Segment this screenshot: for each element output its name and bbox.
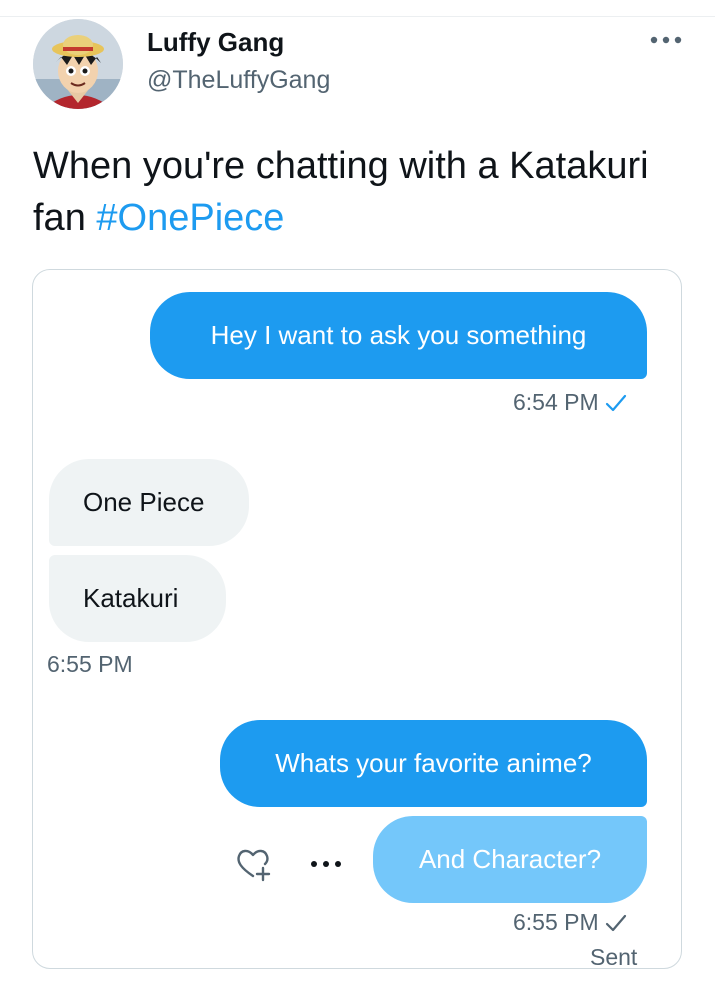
- message-bubble-received[interactable]: Katakuri: [49, 555, 226, 642]
- message-bubble-sent[interactable]: Whats your favorite anime?: [220, 720, 647, 807]
- message-meta: 6:54 PM: [513, 389, 627, 416]
- delivery-status: Sent: [590, 944, 638, 970]
- author-name[interactable]: Luffy Gang: [147, 27, 284, 58]
- hashtag-link[interactable]: #OnePiece: [96, 197, 284, 239]
- message-text: Hey I want to ask you something: [210, 320, 587, 350]
- author-handle[interactable]: @TheLuffyGang: [147, 66, 330, 95]
- more-options-icon[interactable]: [306, 854, 346, 874]
- message-bubble-sent[interactable]: Hey I want to ask you something: [150, 292, 647, 379]
- message-text: And Character?: [418, 844, 602, 874]
- timestamp: 6:54 PM: [513, 389, 599, 415]
- add-reaction-heart-icon[interactable]: [233, 844, 273, 884]
- timestamp: 6:55 PM: [513, 909, 599, 935]
- checkmark-icon: [605, 394, 626, 411]
- message-meta: 6:55 PM: [513, 909, 627, 936]
- message-bubble-sending[interactable]: And Character?: [373, 816, 647, 903]
- message-text: Katakuri: [83, 583, 179, 613]
- timestamp: 6:55 PM: [47, 651, 133, 677]
- luffy-avatar-icon: [33, 19, 123, 109]
- message-bubble-received[interactable]: One Piece: [49, 459, 249, 546]
- top-divider: [0, 16, 715, 17]
- message-text: Whats your favorite anime?: [275, 748, 592, 778]
- tweet-text: When you're chatting with a Katakuri fan…: [33, 140, 673, 244]
- more-horizontal-icon[interactable]: [648, 32, 684, 48]
- message-text: One Piece: [83, 487, 205, 517]
- avatar[interactable]: [33, 19, 123, 109]
- checkmark-icon: [605, 914, 626, 931]
